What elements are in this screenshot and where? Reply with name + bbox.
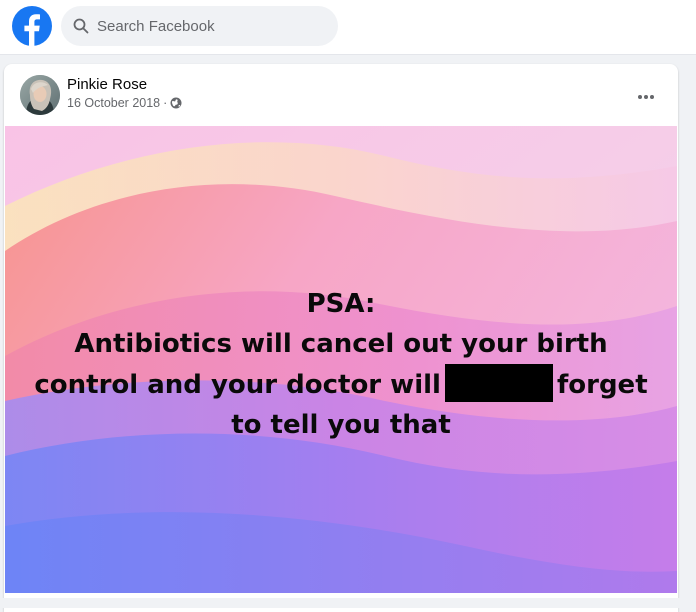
facebook-logo-icon[interactable] — [12, 6, 52, 46]
psa-heading: PSA: — [306, 289, 376, 319]
search-box[interactable] — [61, 6, 338, 46]
meta-separator: · — [163, 96, 168, 110]
psa-line-2: Antibiotics will cancel out your birth — [74, 329, 608, 359]
redaction-bar — [444, 364, 553, 402]
post-card: Pinkie Rose 16 October 2018 · PSA: Antib… — [4, 64, 678, 612]
post-header: Pinkie Rose 16 October 2018 · — [4, 64, 678, 126]
top-navigation-bar — [0, 0, 696, 55]
psa-line-3-start: control and your doctor will — [34, 370, 441, 400]
post-timestamp[interactable]: 16 October 2018 — [67, 96, 160, 110]
post-image-text: PSA: Antibiotics will cancel out your bi… — [5, 284, 677, 445]
search-icon — [73, 18, 89, 34]
psa-line-3-end: forget — [556, 370, 648, 400]
more-options-icon — [637, 87, 655, 105]
search-input[interactable] — [97, 17, 317, 35]
post-author-name[interactable]: Pinkie Rose — [67, 76, 147, 93]
psa-line-3: control and your doctor will forget — [5, 364, 677, 405]
avatar[interactable] — [20, 75, 60, 115]
more-options-button[interactable] — [628, 78, 664, 114]
post-image[interactable]: PSA: Antibiotics will cancel out your bi… — [5, 126, 677, 593]
globe-icon[interactable] — [170, 97, 182, 109]
post-meta: 16 October 2018 · — [67, 96, 182, 110]
page-background-strip — [0, 598, 696, 608]
psa-line-4: to tell you that — [231, 410, 451, 440]
